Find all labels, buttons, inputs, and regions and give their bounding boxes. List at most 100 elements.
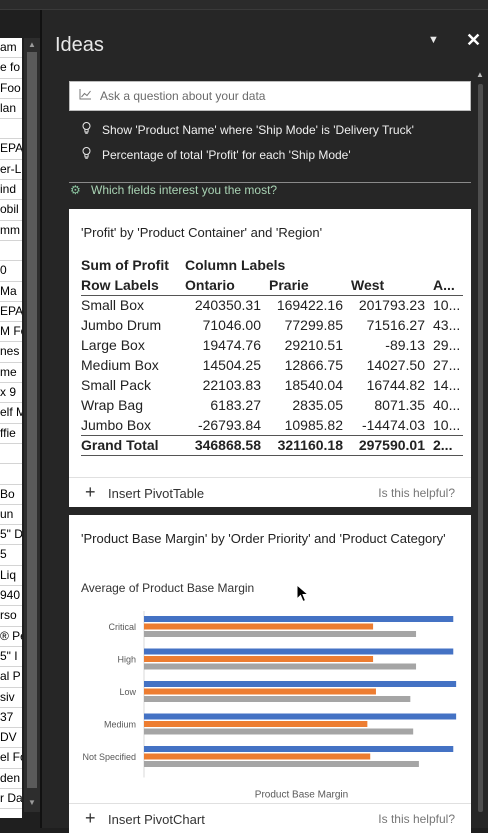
pivot-cell: -89.13: [385, 337, 425, 353]
plus-icon[interactable]: +: [85, 482, 96, 503]
bar-chart[interactable]: Critical High Low Medium Not Specified Produc…: [69, 601, 471, 801]
worksheet-cell[interactable]: obil: [0, 200, 22, 221]
category-tick-label: Not Specified: [82, 752, 136, 762]
pivot-cell: 321160.18: [269, 434, 351, 456]
chart-bar[interactable]: [144, 746, 454, 752]
worksheet-cell[interactable]: r Da: [0, 789, 22, 810]
scroll-up-icon[interactable]: ▲: [476, 70, 484, 79]
ask-question-box[interactable]: [69, 81, 471, 111]
worksheet-cell[interactable]: Ma: [0, 282, 22, 302]
pane-title: Ideas: [55, 34, 104, 56]
worksheet-cell[interactable]: 37: [0, 708, 22, 729]
pivot-cell: 2835.05: [292, 397, 343, 413]
feedback-link[interactable]: Is this helpful?: [378, 486, 455, 500]
fields-link-label: Which fields interest you the most?: [91, 183, 278, 197]
worksheet-cell[interactable]: Bo: [0, 485, 22, 505]
worksheet-cell[interactable]: e fo: [0, 58, 22, 79]
worksheet-cell[interactable]: M Fo: [0, 322, 22, 343]
worksheet-cell[interactable]: un: [0, 505, 22, 526]
worksheet-cell[interactable]: ind: [0, 180, 22, 201]
chart-bar[interactable]: [144, 713, 457, 720]
pivot-chart-card[interactable]: 'Product Base Margin' by 'Order Priority…: [69, 515, 471, 833]
fields-link[interactable]: ⚙ Which fields interest you the most?: [70, 183, 277, 197]
worksheet-cell[interactable]: rso: [0, 606, 22, 627]
worksheet-cell[interactable]: EPA: [0, 302, 22, 323]
worksheet-cell[interactable]: [0, 241, 22, 262]
worksheet-cell[interactable]: DV: [0, 728, 22, 749]
pivot-cell: Prarie: [269, 275, 351, 296]
worksheet-cell[interactable]: 5" I: [0, 647, 22, 668]
pivot-cell: 77299.85: [284, 317, 343, 333]
worksheet-scrollbar[interactable]: ▲ ▼: [24, 38, 40, 812]
worksheet-cell[interactable]: er-L: [0, 160, 22, 181]
worksheet-cell[interactable]: 0: [0, 261, 22, 282]
chart-bar[interactable]: [144, 616, 454, 622]
pivot-cell: 2...: [433, 434, 464, 456]
pivot-cell: 8071.35: [374, 397, 425, 413]
chart-bar[interactable]: [144, 696, 411, 702]
chart-bar[interactable]: [144, 656, 374, 662]
pivot-cell: 10...: [433, 297, 461, 314]
insert-pivottable-button[interactable]: Insert PivotTable: [108, 486, 204, 501]
worksheet-cell[interactable]: ® Pe: [0, 627, 22, 647]
chart-bar[interactable]: [144, 721, 368, 727]
pivot-cell: 169422.16: [276, 297, 343, 314]
worksheet-cell[interactable]: al P: [0, 667, 22, 688]
worksheet-cell[interactable]: [0, 464, 22, 485]
pane-scrollbar[interactable]: ▲: [476, 70, 486, 830]
worksheet-cell[interactable]: am: [0, 38, 22, 59]
chart-bar[interactable]: [144, 753, 371, 760]
card-footer: + Insert PivotTable Is this helpful?: [69, 477, 471, 507]
pivot-table-card[interactable]: 'Profit' by 'Product Container' and 'Reg…: [69, 209, 471, 507]
chart-bar[interactable]: [144, 623, 374, 630]
insert-pivotchart-button[interactable]: Insert PivotChart: [108, 812, 205, 827]
close-icon[interactable]: ✕: [466, 30, 481, 51]
category-tick-label: Critical: [108, 622, 136, 632]
scroll-down-icon[interactable]: ▼: [27, 798, 37, 807]
chart-bar[interactable]: [144, 663, 417, 670]
chart-bar[interactable]: [144, 648, 454, 655]
worksheet-cell[interactable]: 940: [0, 586, 22, 607]
chart-bar[interactable]: [144, 761, 419, 767]
scroll-up-icon[interactable]: ▲: [27, 40, 37, 49]
worksheet-cell[interactable]: siv: [0, 688, 22, 708]
chart-bar[interactable]: [144, 631, 417, 637]
pivot-cell: Wrap Bag: [81, 397, 143, 413]
worksheet-cell[interactable]: nes: [0, 342, 22, 363]
worksheet-cell[interactable]: el Fo: [0, 748, 22, 769]
pivot-cell: 14...: [433, 377, 461, 393]
chart-bar[interactable]: [144, 728, 414, 735]
worksheet-cell[interactable]: me: [0, 363, 22, 384]
ask-question-input[interactable]: [100, 86, 460, 106]
pivot-row: Jumbo Drum 71046.00 77299.85 71516.27 43...: [81, 315, 463, 335]
category-tick-label: Low: [119, 687, 136, 697]
gear-icon: ⚙: [70, 183, 81, 197]
worksheet-cell[interactable]: Foo: [0, 79, 22, 99]
worksheet-cell[interactable]: den: [0, 769, 22, 789]
worksheet-cell[interactable]: 5" D: [0, 525, 22, 546]
suggestion-item[interactable]: Show 'Product Name' where 'Ship Mode' is…: [82, 122, 414, 137]
worksheet-cell[interactable]: ffie: [0, 424, 22, 444]
scrollbar-thumb[interactable]: [27, 52, 37, 788]
pane-options-icon[interactable]: ▼: [428, 34, 439, 46]
worksheet-column[interactable]: ame fo FoolanEPAer-Lindobilmm0MaEPAM Fon…: [0, 38, 22, 818]
worksheet-cell[interactable]: x 9: [0, 383, 22, 404]
worksheet-cell[interactable]: Liq: [0, 566, 22, 587]
worksheet-cell[interactable]: elf M: [0, 403, 22, 424]
feedback-link[interactable]: Is this helpful?: [378, 812, 455, 826]
suggestion-item[interactable]: Percentage of total 'Profit' for each 'S…: [82, 147, 351, 162]
category-tick-label: High: [117, 655, 136, 665]
pivot-cell: 19474.76: [202, 337, 261, 353]
worksheet-cell[interactable]: mm: [0, 221, 22, 241]
worksheet-cell[interactable]: lan: [0, 99, 22, 120]
pane-scrollbar-thumb[interactable]: [478, 84, 483, 812]
title-bar: [0, 0, 488, 10]
chart-bar[interactable]: [144, 681, 457, 687]
worksheet-cell[interactable]: [0, 444, 22, 465]
worksheet-cell[interactable]: [0, 119, 22, 140]
plus-icon[interactable]: +: [85, 808, 96, 829]
worksheet-cell[interactable]: 5: [0, 545, 22, 566]
worksheet-cell[interactable]: EPA: [0, 139, 22, 160]
pivot-cell: 297590.01: [351, 434, 433, 456]
chart-bar[interactable]: [144, 688, 376, 695]
